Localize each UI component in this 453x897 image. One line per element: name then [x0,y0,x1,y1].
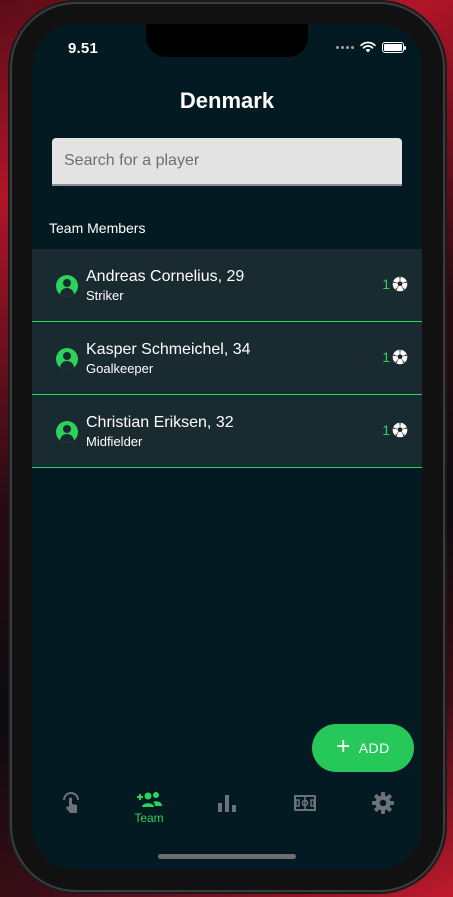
search-input[interactable] [52,138,402,184]
plus-icon: + [336,733,351,760]
bar-chart-icon [218,795,236,812]
home-indicator[interactable] [158,854,296,859]
goals-number: 1 [382,349,390,365]
bottom-tab-bar: Team [32,790,422,830]
player-position: Goalkeeper [86,361,154,376]
account-icon [56,421,78,443]
player-position: Midfielder [86,434,143,449]
soccer-field-icon [294,795,316,811]
goals-count: 1 [382,422,408,438]
soccer-ball-icon [392,422,408,438]
notch [146,24,308,57]
tab-stats[interactable] [197,790,257,816]
tap-gesture-icon [63,792,79,813]
list-item[interactable]: Kasper Schmeichel, 34 Goalkeeper 1 [32,322,422,395]
goals-count: 1 [382,276,408,292]
account-icon [56,275,78,297]
soccer-ball-icon [392,349,408,365]
battery-icon [382,41,406,53]
status-icons [336,41,406,53]
search-field[interactable] [52,138,402,186]
account-icon [56,348,78,370]
goals-count: 1 [382,349,408,365]
player-name: Christian Eriksen, 32 [86,414,234,431]
team-add-icon [137,792,162,807]
add-player-button[interactable]: + ADD [312,724,414,772]
tab-tap[interactable] [41,790,101,816]
player-list: Andreas Cornelius, 29 Striker 1 Kasper S… [32,249,422,468]
tab-field[interactable] [275,790,335,816]
player-name: Kasper Schmeichel, 34 [86,341,251,358]
player-name: Andreas Cornelius, 29 [86,268,245,285]
tab-team[interactable]: Team [119,790,179,825]
add-button-label: ADD [358,740,390,756]
goals-number: 1 [382,422,390,438]
cellular-signal-icon [336,45,354,49]
list-item[interactable]: Andreas Cornelius, 29 Striker 1 [32,249,422,322]
gear-icon [372,792,394,814]
goals-number: 1 [382,276,390,292]
tab-settings[interactable] [353,790,413,816]
wifi-icon [360,41,376,53]
section-heading: Team Members [49,220,146,236]
page-title: Denmark [179,88,275,113]
app-screen: 9.51 Denmark Team Members Andreas Cornel… [32,24,422,870]
player-position: Striker [86,288,124,303]
soccer-ball-icon [392,276,408,292]
list-item[interactable]: Christian Eriksen, 32 Midfielder 1 [32,395,422,468]
status-time: 9.51 [68,40,98,57]
tab-team-label: Team [134,811,164,825]
